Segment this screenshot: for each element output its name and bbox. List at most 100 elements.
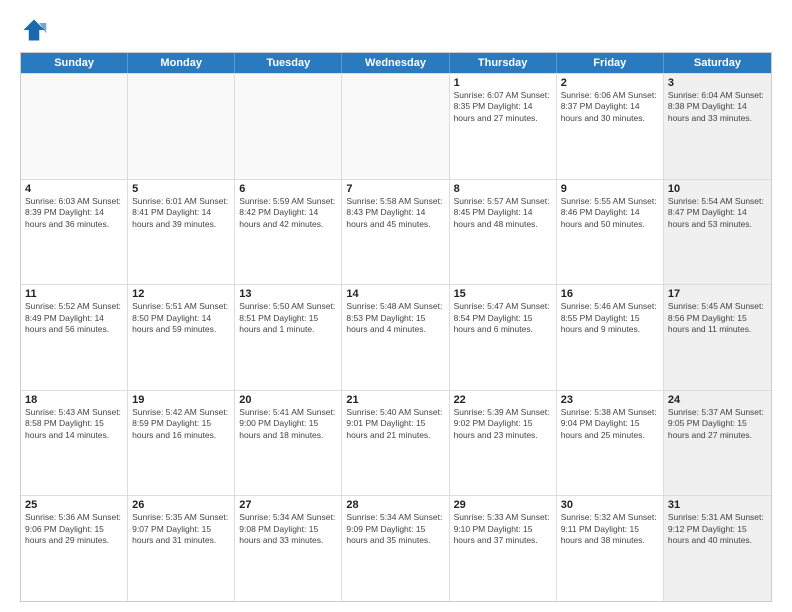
day-info: Sunrise: 5:37 AM Sunset: 9:05 PM Dayligh… <box>668 407 767 441</box>
weekday-header-saturday: Saturday <box>664 53 771 73</box>
day-info: Sunrise: 5:50 AM Sunset: 8:51 PM Dayligh… <box>239 301 337 335</box>
day-number: 12 <box>132 288 230 300</box>
calendar-header: SundayMondayTuesdayWednesdayThursdayFrid… <box>21 53 771 73</box>
day-number: 2 <box>561 77 659 89</box>
day-number: 8 <box>454 183 552 195</box>
calendar-cell-9: 9Sunrise: 5:55 AM Sunset: 8:46 PM Daylig… <box>557 180 664 285</box>
day-info: Sunrise: 5:36 AM Sunset: 9:06 PM Dayligh… <box>25 512 123 546</box>
day-info: Sunrise: 5:46 AM Sunset: 8:55 PM Dayligh… <box>561 301 659 335</box>
weekday-header-sunday: Sunday <box>21 53 128 73</box>
calendar-row-1: 4Sunrise: 6:03 AM Sunset: 8:39 PM Daylig… <box>21 179 771 285</box>
day-info: Sunrise: 5:40 AM Sunset: 9:01 PM Dayligh… <box>346 407 444 441</box>
calendar-cell-30: 30Sunrise: 5:32 AM Sunset: 9:11 PM Dayli… <box>557 496 664 601</box>
calendar-cell-13: 13Sunrise: 5:50 AM Sunset: 8:51 PM Dayli… <box>235 285 342 390</box>
calendar-cell-24: 24Sunrise: 5:37 AM Sunset: 9:05 PM Dayli… <box>664 391 771 496</box>
calendar-cell-10: 10Sunrise: 5:54 AM Sunset: 8:47 PM Dayli… <box>664 180 771 285</box>
calendar-cell-16: 16Sunrise: 5:46 AM Sunset: 8:55 PM Dayli… <box>557 285 664 390</box>
calendar-cell-2: 2Sunrise: 6:06 AM Sunset: 8:37 PM Daylig… <box>557 74 664 179</box>
calendar-cell-21: 21Sunrise: 5:40 AM Sunset: 9:01 PM Dayli… <box>342 391 449 496</box>
day-info: Sunrise: 5:47 AM Sunset: 8:54 PM Dayligh… <box>454 301 552 335</box>
calendar-cell-6: 6Sunrise: 5:59 AM Sunset: 8:42 PM Daylig… <box>235 180 342 285</box>
calendar-row-4: 25Sunrise: 5:36 AM Sunset: 9:06 PM Dayli… <box>21 495 771 601</box>
day-number: 26 <box>132 499 230 511</box>
calendar-cell-20: 20Sunrise: 5:41 AM Sunset: 9:00 PM Dayli… <box>235 391 342 496</box>
day-info: Sunrise: 5:48 AM Sunset: 8:53 PM Dayligh… <box>346 301 444 335</box>
calendar-cell-15: 15Sunrise: 5:47 AM Sunset: 8:54 PM Dayli… <box>450 285 557 390</box>
day-info: Sunrise: 5:34 AM Sunset: 9:09 PM Dayligh… <box>346 512 444 546</box>
day-info: Sunrise: 5:35 AM Sunset: 9:07 PM Dayligh… <box>132 512 230 546</box>
day-info: Sunrise: 5:58 AM Sunset: 8:43 PM Dayligh… <box>346 196 444 230</box>
calendar-row-3: 18Sunrise: 5:43 AM Sunset: 8:58 PM Dayli… <box>21 390 771 496</box>
day-number: 3 <box>668 77 767 89</box>
day-number: 30 <box>561 499 659 511</box>
calendar-cell-7: 7Sunrise: 5:58 AM Sunset: 8:43 PM Daylig… <box>342 180 449 285</box>
calendar: SundayMondayTuesdayWednesdayThursdayFrid… <box>20 52 772 602</box>
day-info: Sunrise: 5:59 AM Sunset: 8:42 PM Dayligh… <box>239 196 337 230</box>
calendar-cell-19: 19Sunrise: 5:42 AM Sunset: 8:59 PM Dayli… <box>128 391 235 496</box>
day-number: 31 <box>668 499 767 511</box>
calendar-cell-31: 31Sunrise: 5:31 AM Sunset: 9:12 PM Dayli… <box>664 496 771 601</box>
weekday-header-friday: Friday <box>557 53 664 73</box>
calendar-cell-23: 23Sunrise: 5:38 AM Sunset: 9:04 PM Dayli… <box>557 391 664 496</box>
calendar-cell-17: 17Sunrise: 5:45 AM Sunset: 8:56 PM Dayli… <box>664 285 771 390</box>
day-info: Sunrise: 6:03 AM Sunset: 8:39 PM Dayligh… <box>25 196 123 230</box>
calendar-cell-18: 18Sunrise: 5:43 AM Sunset: 8:58 PM Dayli… <box>21 391 128 496</box>
day-number: 20 <box>239 394 337 406</box>
day-number: 24 <box>668 394 767 406</box>
calendar-cell-empty-2 <box>235 74 342 179</box>
day-info: Sunrise: 5:41 AM Sunset: 9:00 PM Dayligh… <box>239 407 337 441</box>
logo-icon <box>20 16 48 44</box>
day-number: 9 <box>561 183 659 195</box>
logo <box>20 16 52 44</box>
day-number: 10 <box>668 183 767 195</box>
day-info: Sunrise: 5:32 AM Sunset: 9:11 PM Dayligh… <box>561 512 659 546</box>
day-number: 6 <box>239 183 337 195</box>
day-info: Sunrise: 5:55 AM Sunset: 8:46 PM Dayligh… <box>561 196 659 230</box>
day-info: Sunrise: 5:43 AM Sunset: 8:58 PM Dayligh… <box>25 407 123 441</box>
calendar-cell-4: 4Sunrise: 6:03 AM Sunset: 8:39 PM Daylig… <box>21 180 128 285</box>
day-info: Sunrise: 6:06 AM Sunset: 8:37 PM Dayligh… <box>561 90 659 124</box>
day-number: 7 <box>346 183 444 195</box>
day-number: 28 <box>346 499 444 511</box>
calendar-cell-1: 1Sunrise: 6:07 AM Sunset: 8:35 PM Daylig… <box>450 74 557 179</box>
day-number: 29 <box>454 499 552 511</box>
day-number: 1 <box>454 77 552 89</box>
day-number: 21 <box>346 394 444 406</box>
day-info: Sunrise: 5:57 AM Sunset: 8:45 PM Dayligh… <box>454 196 552 230</box>
day-info: Sunrise: 5:45 AM Sunset: 8:56 PM Dayligh… <box>668 301 767 335</box>
day-number: 27 <box>239 499 337 511</box>
calendar-cell-empty-0 <box>21 74 128 179</box>
day-info: Sunrise: 5:33 AM Sunset: 9:10 PM Dayligh… <box>454 512 552 546</box>
day-info: Sunrise: 5:54 AM Sunset: 8:47 PM Dayligh… <box>668 196 767 230</box>
calendar-cell-empty-1 <box>128 74 235 179</box>
day-number: 17 <box>668 288 767 300</box>
calendar-cell-5: 5Sunrise: 6:01 AM Sunset: 8:41 PM Daylig… <box>128 180 235 285</box>
calendar-cell-27: 27Sunrise: 5:34 AM Sunset: 9:08 PM Dayli… <box>235 496 342 601</box>
day-number: 14 <box>346 288 444 300</box>
calendar-row-2: 11Sunrise: 5:52 AM Sunset: 8:49 PM Dayli… <box>21 284 771 390</box>
calendar-cell-29: 29Sunrise: 5:33 AM Sunset: 9:10 PM Dayli… <box>450 496 557 601</box>
day-number: 19 <box>132 394 230 406</box>
day-number: 25 <box>25 499 123 511</box>
day-number: 18 <box>25 394 123 406</box>
calendar-cell-12: 12Sunrise: 5:51 AM Sunset: 8:50 PM Dayli… <box>128 285 235 390</box>
page: SundayMondayTuesdayWednesdayThursdayFrid… <box>0 0 792 612</box>
day-number: 13 <box>239 288 337 300</box>
calendar-cell-14: 14Sunrise: 5:48 AM Sunset: 8:53 PM Dayli… <box>342 285 449 390</box>
day-number: 15 <box>454 288 552 300</box>
day-number: 5 <box>132 183 230 195</box>
weekday-header-monday: Monday <box>128 53 235 73</box>
calendar-body: 1Sunrise: 6:07 AM Sunset: 8:35 PM Daylig… <box>21 73 771 601</box>
calendar-cell-empty-3 <box>342 74 449 179</box>
calendar-cell-3: 3Sunrise: 6:04 AM Sunset: 8:38 PM Daylig… <box>664 74 771 179</box>
day-info: Sunrise: 5:52 AM Sunset: 8:49 PM Dayligh… <box>25 301 123 335</box>
weekday-header-wednesday: Wednesday <box>342 53 449 73</box>
day-number: 22 <box>454 394 552 406</box>
day-info: Sunrise: 5:51 AM Sunset: 8:50 PM Dayligh… <box>132 301 230 335</box>
day-number: 11 <box>25 288 123 300</box>
day-info: Sunrise: 5:34 AM Sunset: 9:08 PM Dayligh… <box>239 512 337 546</box>
calendar-row-0: 1Sunrise: 6:07 AM Sunset: 8:35 PM Daylig… <box>21 73 771 179</box>
calendar-cell-22: 22Sunrise: 5:39 AM Sunset: 9:02 PM Dayli… <box>450 391 557 496</box>
day-info: Sunrise: 5:42 AM Sunset: 8:59 PM Dayligh… <box>132 407 230 441</box>
weekday-header-tuesday: Tuesday <box>235 53 342 73</box>
